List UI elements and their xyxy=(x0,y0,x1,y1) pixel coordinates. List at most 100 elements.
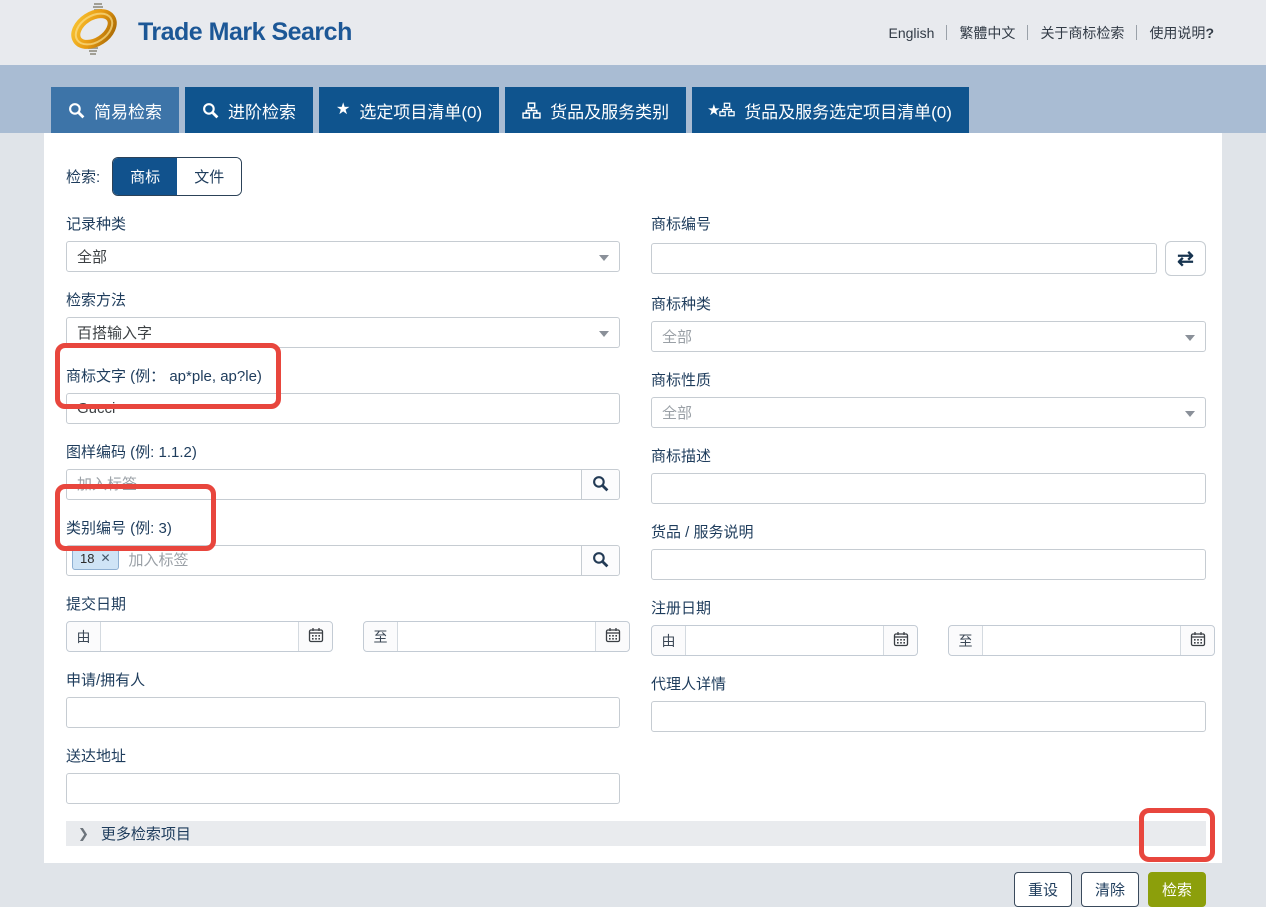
date-to-prefix: 至 xyxy=(949,626,983,655)
field-record-type: 记录种类 全部 xyxy=(66,213,620,272)
search-icon xyxy=(202,102,219,119)
applicant-input[interactable] xyxy=(66,697,620,728)
record-type-select[interactable]: 全部 xyxy=(66,241,620,272)
applicant-label: 申请/拥有人 xyxy=(66,669,620,690)
trademark-logo-icon xyxy=(64,1,126,64)
swap-arrows-icon: ⇄ xyxy=(1177,246,1194,271)
search-target-label: 检索: xyxy=(66,166,100,187)
mark-description-input[interactable] xyxy=(651,473,1206,504)
filing-date-from-group: 由 xyxy=(66,621,333,652)
date-to-prefix: 至 xyxy=(364,622,398,651)
tab-label: 选定项目清单(0) xyxy=(359,98,482,123)
goods-services-description-input[interactable] xyxy=(651,549,1206,580)
field-pattern-code: 图样编码 (例: 1.1.2) xyxy=(66,441,620,500)
field-mark-category: 商标种类 全部 xyxy=(651,293,1206,352)
calendar-icon xyxy=(1190,631,1206,650)
field-mark-text: 商标文字 (例： ap*ple, ap?le) xyxy=(66,365,620,424)
link-traditional-chinese[interactable]: 繁體中文 xyxy=(947,23,1027,43)
registration-date-to-input[interactable] xyxy=(983,626,1180,655)
link-about-search[interactable]: 关于商标检索 xyxy=(1028,23,1136,43)
form-right-column: 商标编号 ⇄ 商标种类 全部 商标性质 全部 xyxy=(651,213,1206,821)
agent-details-label: 代理人详情 xyxy=(651,673,1206,694)
search-method-label: 检索方法 xyxy=(66,289,620,310)
goods-services-description-label: 货品 / 服务说明 xyxy=(651,521,1206,542)
chevron-right-icon: ❯ xyxy=(78,826,89,842)
search-button[interactable]: 检索 xyxy=(1148,872,1206,907)
filing-date-to-input[interactable] xyxy=(398,622,595,651)
class-number-label: 类别编号 (例: 3) xyxy=(66,517,620,538)
date-from-prefix: 由 xyxy=(67,622,101,651)
pattern-code-search-button[interactable] xyxy=(581,470,619,499)
app-header: Trade Mark Search English 繁體中文 关于商标检索 使用… xyxy=(0,0,1266,65)
star-sitemap-icon: ★ xyxy=(709,101,735,119)
search-icon xyxy=(592,551,609,571)
app-title: Trade Mark Search xyxy=(138,18,352,47)
mark-category-select[interactable]: 全部 xyxy=(651,321,1206,352)
chevron-down-icon xyxy=(1185,411,1195,417)
registration-date-to-calendar-button[interactable] xyxy=(1180,626,1214,655)
agent-details-input[interactable] xyxy=(651,701,1206,732)
remove-tag-icon[interactable]: ✕ xyxy=(100,551,110,565)
record-type-label: 记录种类 xyxy=(66,213,620,234)
filing-date-label: 提交日期 xyxy=(66,593,620,614)
tab-label: 货品及服务类别 xyxy=(550,98,669,123)
search-method-select[interactable]: 百搭输入字 xyxy=(66,317,620,348)
registration-date-label: 注册日期 xyxy=(651,597,1206,618)
mark-nature-label: 商标性质 xyxy=(651,369,1206,390)
tab-simple-search[interactable]: 简易检索 xyxy=(51,87,179,133)
class-number-group: 18 ✕ xyxy=(66,545,620,576)
chevron-down-icon xyxy=(1185,335,1195,341)
field-search-method: 检索方法 百搭输入字 xyxy=(66,289,620,348)
field-agent-details: 代理人详情 xyxy=(651,673,1206,732)
link-help[interactable]: 使用说明? xyxy=(1137,23,1226,43)
pattern-code-group xyxy=(66,469,620,500)
toggle-document[interactable]: 文件 xyxy=(177,158,241,195)
brand: Trade Mark Search xyxy=(64,1,352,64)
mark-number-input[interactable] xyxy=(651,243,1157,274)
chevron-down-icon xyxy=(599,255,609,261)
registration-date-from-calendar-button[interactable] xyxy=(883,626,917,655)
question-mark: ? xyxy=(1205,25,1214,41)
filing-date-from-input[interactable] xyxy=(101,622,298,651)
registration-date-from-input[interactable] xyxy=(686,626,883,655)
search-target-row: 检索: 商标 文件 xyxy=(66,157,1206,196)
reset-button[interactable]: 重设 xyxy=(1014,872,1072,907)
tab-label: 货品及服务选定项目清单(0) xyxy=(744,98,952,123)
search-form-panel: 检索: 商标 文件 记录种类 全部 检索方法 百搭输入字 xyxy=(44,133,1222,863)
class-tag-value: 18 xyxy=(80,551,94,566)
calendar-icon xyxy=(605,627,621,646)
class-number-search-button[interactable] xyxy=(581,546,619,575)
mark-category-label: 商标种类 xyxy=(651,293,1206,314)
link-english[interactable]: English xyxy=(877,25,947,41)
nav-tab-bar: 简易检索 进阶检索 ★ 选定项目清单(0) 货品及服务类别 ★ xyxy=(0,65,1266,133)
chevron-down-icon xyxy=(599,331,609,337)
search-icon xyxy=(592,475,609,495)
tab-goods-services-classes[interactable]: 货品及服务类别 xyxy=(505,87,686,133)
filing-date-from-calendar-button[interactable] xyxy=(298,622,332,651)
tab-goods-services-selected-list[interactable]: ★ 货品及服务选定项目清单(0) xyxy=(692,87,969,133)
clear-button[interactable]: 清除 xyxy=(1081,872,1139,907)
registration-date-from-group: 由 xyxy=(651,625,918,656)
tab-advanced-search[interactable]: 进阶检索 xyxy=(185,87,313,133)
field-registration-date: 注册日期 由 xyxy=(651,597,1206,656)
class-number-input[interactable] xyxy=(119,546,581,575)
mark-nature-select[interactable]: 全部 xyxy=(651,397,1206,428)
filing-date-to-calendar-button[interactable] xyxy=(595,622,629,651)
pattern-code-input[interactable] xyxy=(67,470,581,499)
mark-text-input[interactable] xyxy=(66,393,620,424)
tab-selected-list[interactable]: ★ 选定项目清单(0) xyxy=(319,87,499,133)
mark-text-label: 商标文字 (例： ap*ple, ap?le) xyxy=(66,365,620,386)
field-mark-nature: 商标性质 全部 xyxy=(651,369,1206,428)
field-service-address: 送达地址 xyxy=(66,745,620,804)
toggle-trademark[interactable]: 商标 xyxy=(113,158,177,195)
calendar-icon xyxy=(308,627,324,646)
field-mark-description: 商标描述 xyxy=(651,445,1206,504)
star-icon: ★ xyxy=(336,102,350,118)
more-search-items-toggle[interactable]: ❯ 更多检索项目 xyxy=(66,821,1206,846)
field-filing-date: 提交日期 由 xyxy=(66,593,620,652)
more-search-items-label: 更多检索项目 xyxy=(101,823,191,844)
search-icon xyxy=(68,102,85,119)
mark-nature-value: 全部 xyxy=(662,402,692,423)
service-address-input[interactable] xyxy=(66,773,620,804)
mark-number-swap-button[interactable]: ⇄ xyxy=(1165,241,1206,276)
